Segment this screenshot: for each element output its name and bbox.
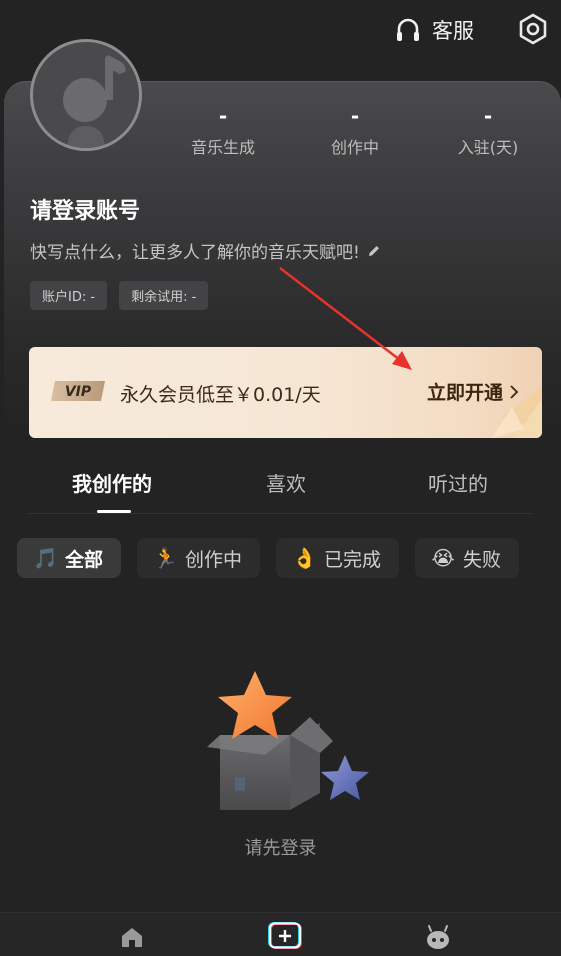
stat-music-generated[interactable]: - 音乐生成 [163, 104, 283, 158]
empty-box-illustration [207, 671, 369, 810]
tab-liked[interactable]: 喜欢 [266, 468, 306, 497]
stat-label: 音乐生成 [190, 138, 255, 157]
stat-creating[interactable]: - 创作中 [295, 104, 415, 158]
edit-pencil-icon[interactable] [366, 243, 382, 259]
content-tabs: 我创作的 喜欢 听过的 [28, 456, 533, 514]
stat-value: - [483, 104, 493, 128]
avatar[interactable] [30, 39, 142, 151]
customer-service-label: 客服 [432, 19, 474, 43]
headphones-icon [397, 18, 419, 41]
stat-value: - [218, 104, 228, 128]
filter-label: 已完成 [324, 548, 382, 571]
vip-badge-icon: VIP [51, 381, 105, 401]
music-note-icon: 🎵 [33, 546, 58, 570]
robot-icon[interactable] [424, 923, 452, 951]
filter-all[interactable]: 🎵 全部 [17, 538, 122, 578]
crying-face-icon: 😭 [431, 546, 455, 570]
running-icon: 🏃 [153, 546, 178, 570]
vip-banner[interactable]: VIP 永久会员低至￥0.01/天 立即开通 [29, 347, 542, 438]
tab-listened[interactable]: 听过的 [428, 468, 488, 497]
stat-label: 入驻(天) [457, 138, 519, 157]
bio[interactable]: 快写点什么，让更多人了解你的音乐天赋吧! [30, 238, 382, 263]
filter-label: 全部 [65, 548, 104, 571]
tab-indicator [97, 510, 131, 513]
vip-badge-text: VIP [65, 384, 92, 400]
filter-creating[interactable]: 🏃 创作中 [137, 538, 261, 578]
filter-completed[interactable]: 👌 已完成 [276, 538, 400, 578]
default-avatar-icon [33, 42, 139, 148]
filter-label: 失败 [463, 548, 502, 571]
bio-text: 快写点什么，让更多人了解你的音乐天赋吧! [30, 243, 360, 263]
bottom-nav [0, 912, 561, 956]
create-plus-icon[interactable] [268, 921, 304, 951]
customer-service-button[interactable]: 客服 [394, 14, 474, 46]
profile-screen: 客服 - 音乐生成 - 创作中 - 入驻(天) 请登录账号 快写点什么，让更多人… [0, 0, 561, 956]
tab-my-creations[interactable]: 我创作的 [72, 468, 152, 497]
stats-row: - 音乐生成 - 创作中 - 入驻(天) [160, 104, 560, 164]
remaining-trial-chip: 剩余试用: - [119, 281, 209, 310]
stat-label: 创作中 [330, 138, 379, 157]
home-icon[interactable] [118, 923, 146, 951]
settings-icon[interactable] [516, 12, 550, 46]
ok-hand-icon: 👌 [292, 546, 317, 570]
vip-offer-text: 永久会员低至￥0.01/天 [120, 384, 321, 406]
account-id-chip: 账户ID: - [30, 281, 108, 310]
filter-label: 创作中 [185, 548, 243, 571]
empty-state-text[interactable]: 请先登录 [0, 834, 561, 860]
filter-failed[interactable]: 😭 失败 [415, 538, 520, 578]
stat-days-joined[interactable]: - 入驻(天) [428, 104, 548, 158]
account-chips: 账户ID: - 剩余试用: - [30, 281, 209, 310]
login-prompt[interactable]: 请登录账号 [30, 193, 140, 225]
vip-decoration [492, 387, 542, 438]
stat-value: - [350, 104, 360, 128]
status-filters: 🎵 全部 🏃 创作中 👌 已完成 😭 失败 [17, 538, 520, 578]
